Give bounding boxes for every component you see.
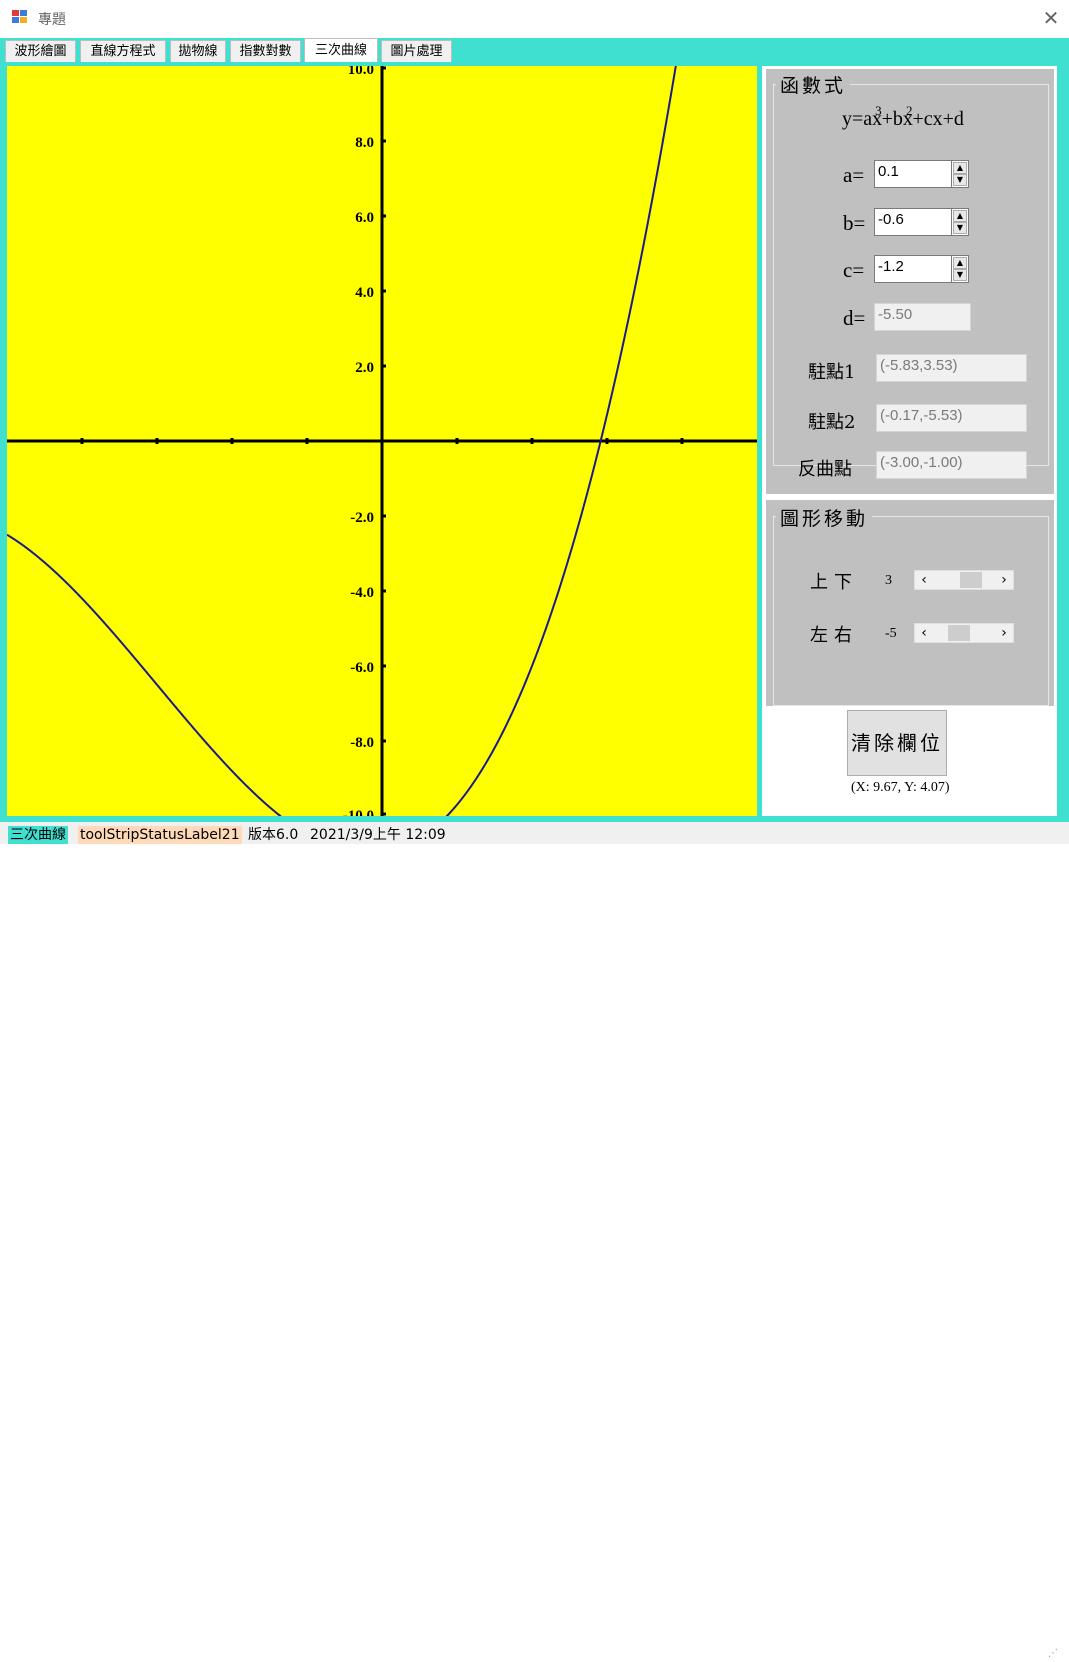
tab-image-processing[interactable]: 圖片處理 — [381, 40, 452, 62]
inflection-point-output: (-3.00,-1.00) — [876, 451, 1027, 479]
coef-a-label: a= — [843, 163, 865, 187]
status-version: 版本6.0 — [248, 827, 299, 843]
y-tick-label: -10.0 — [343, 808, 374, 816]
y-tick-label: 10.0 — [348, 66, 374, 78]
stationary-point-1-output: (-5.83,3.53) — [876, 354, 1027, 382]
tab-cubic-curve[interactable]: 三次曲線 — [304, 38, 378, 64]
window-title: 專題 — [38, 12, 66, 28]
mouse-coordinate-readout: (X: 9.67, Y: 4.07) — [851, 780, 950, 795]
y-tick-label: -6.0 — [350, 660, 374, 676]
y-tick-label: -8.0 — [350, 735, 374, 751]
scroll-left-icon[interactable]: ‹ — [915, 624, 933, 642]
y-tick-label: 4.0 — [355, 285, 374, 301]
vertical-move-value: 3 — [885, 573, 892, 588]
horizontal-move-label: 左右 — [810, 625, 858, 646]
scroll-right-icon[interactable]: › — [995, 571, 1013, 589]
inflection-point-label: 反曲點 — [798, 459, 852, 480]
coef-b-label: b= — [843, 211, 866, 235]
status-current-tab: 三次曲線 — [8, 826, 68, 844]
scroll-left-icon[interactable]: ‹ — [915, 571, 933, 589]
coef-a-input[interactable]: 0.1 — [874, 160, 952, 188]
scroll-right-icon[interactable]: › — [995, 624, 1013, 642]
status-datetime: 2021/3/9上午 12:09 — [310, 827, 446, 843]
status-label: toolStripStatusLabel21 — [78, 826, 242, 844]
tab-exponential-log[interactable]: 指數對數 — [230, 40, 301, 62]
close-button[interactable]: ✕ — [1038, 4, 1064, 32]
app-icon — [12, 10, 28, 24]
spin-up-icon[interactable]: ▲ — [953, 210, 967, 222]
title-bar: 專題 ✕ — [0, 0, 1069, 38]
coef-c-spinner[interactable]: ▲ ▼ — [951, 255, 969, 283]
spin-down-icon[interactable]: ▼ — [953, 269, 967, 281]
spin-down-icon[interactable]: ▼ — [953, 174, 967, 186]
y-tick-label: 6.0 — [355, 210, 374, 226]
y-tick-label: 2.0 — [355, 360, 374, 376]
vertical-move-scrollbar[interactable]: ‹ › — [914, 570, 1014, 590]
coef-d-label: d= — [843, 306, 866, 330]
status-bar: 三次曲線 toolStripStatusLabel21 版本6.0 2021/3… — [0, 822, 1069, 1659]
tab-parabola[interactable]: 拋物線 — [170, 40, 226, 62]
coef-c-input[interactable]: -1.2 — [874, 255, 952, 283]
coef-b-spinner[interactable]: ▲ ▼ — [951, 208, 969, 236]
resize-grip-icon[interactable]: ⋰ — [1048, 1648, 1064, 1662]
horizontal-move-scrollbar[interactable]: ‹ › — [914, 623, 1014, 643]
tab-waveform[interactable]: 波形繪圖 — [5, 40, 76, 62]
y-tick-label: 8.0 — [355, 135, 374, 151]
tab-line-equation[interactable]: 直線方程式 — [80, 40, 166, 62]
clear-fields-button[interactable]: 清除欄位 — [847, 710, 947, 776]
y-tick-label: -2.0 — [350, 510, 374, 526]
graph-canvas[interactable]: 10.0 8.0 6.0 4.0 2.0 -2.0 -4.0 -6.0 -8.0 -10.0 — [7, 66, 757, 816]
stationary-point-2-label: 駐點2 — [808, 412, 856, 433]
equation-label: y=ax3+bx2+cx+d — [842, 103, 964, 131]
horizontal-move-value: -5 — [885, 626, 897, 641]
stationary-point-2-output: (-0.17,-5.53) — [876, 404, 1027, 432]
spin-down-icon[interactable]: ▼ — [953, 222, 967, 234]
cubic-graph: 10.0 8.0 6.0 4.0 2.0 -2.0 -4.0 -6.0 -8.0 -10.0 — [7, 66, 757, 816]
move-group-border — [773, 516, 1049, 706]
stationary-point-1-label: 駐點1 — [808, 362, 856, 383]
move-group-title: 圖形移動 — [776, 504, 873, 531]
coef-c-label: c= — [843, 258, 865, 282]
spin-up-icon[interactable]: ▲ — [953, 257, 967, 269]
coef-d-output: -5.50 — [874, 303, 971, 331]
spin-up-icon[interactable]: ▲ — [953, 162, 967, 174]
y-tick-label: -4.0 — [350, 585, 374, 601]
scrollbar-thumb[interactable] — [960, 572, 983, 588]
equation-part: +cx+d — [912, 108, 964, 130]
coef-b-input[interactable]: -0.6 — [874, 208, 952, 236]
scrollbar-thumb[interactable] — [947, 625, 970, 641]
vertical-move-label: 上下 — [810, 572, 858, 593]
coef-a-spinner[interactable]: ▲ ▼ — [951, 160, 969, 188]
formula-group-title: 函數式 — [776, 71, 851, 98]
